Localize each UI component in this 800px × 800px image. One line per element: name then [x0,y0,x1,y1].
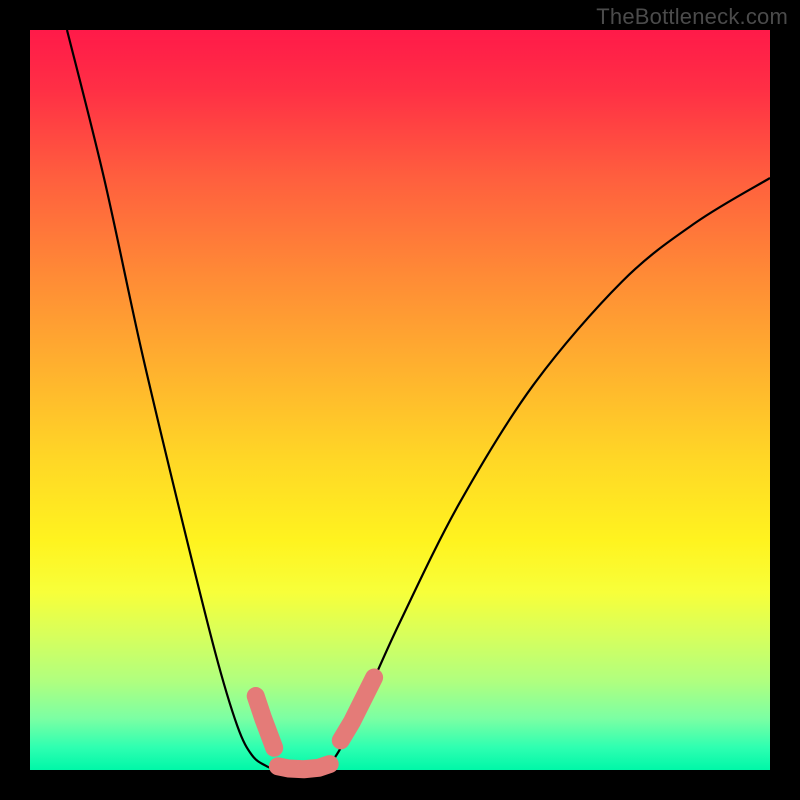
marker-left [256,696,275,748]
chart-svg [30,30,770,770]
plot-area [30,30,770,770]
curve-left [67,30,278,770]
curve-right [326,178,770,770]
marker-right [341,678,374,741]
watermark-text: TheBottleneck.com [596,4,788,30]
chart-frame: TheBottleneck.com [0,0,800,800]
marker-bottom [278,764,330,769]
